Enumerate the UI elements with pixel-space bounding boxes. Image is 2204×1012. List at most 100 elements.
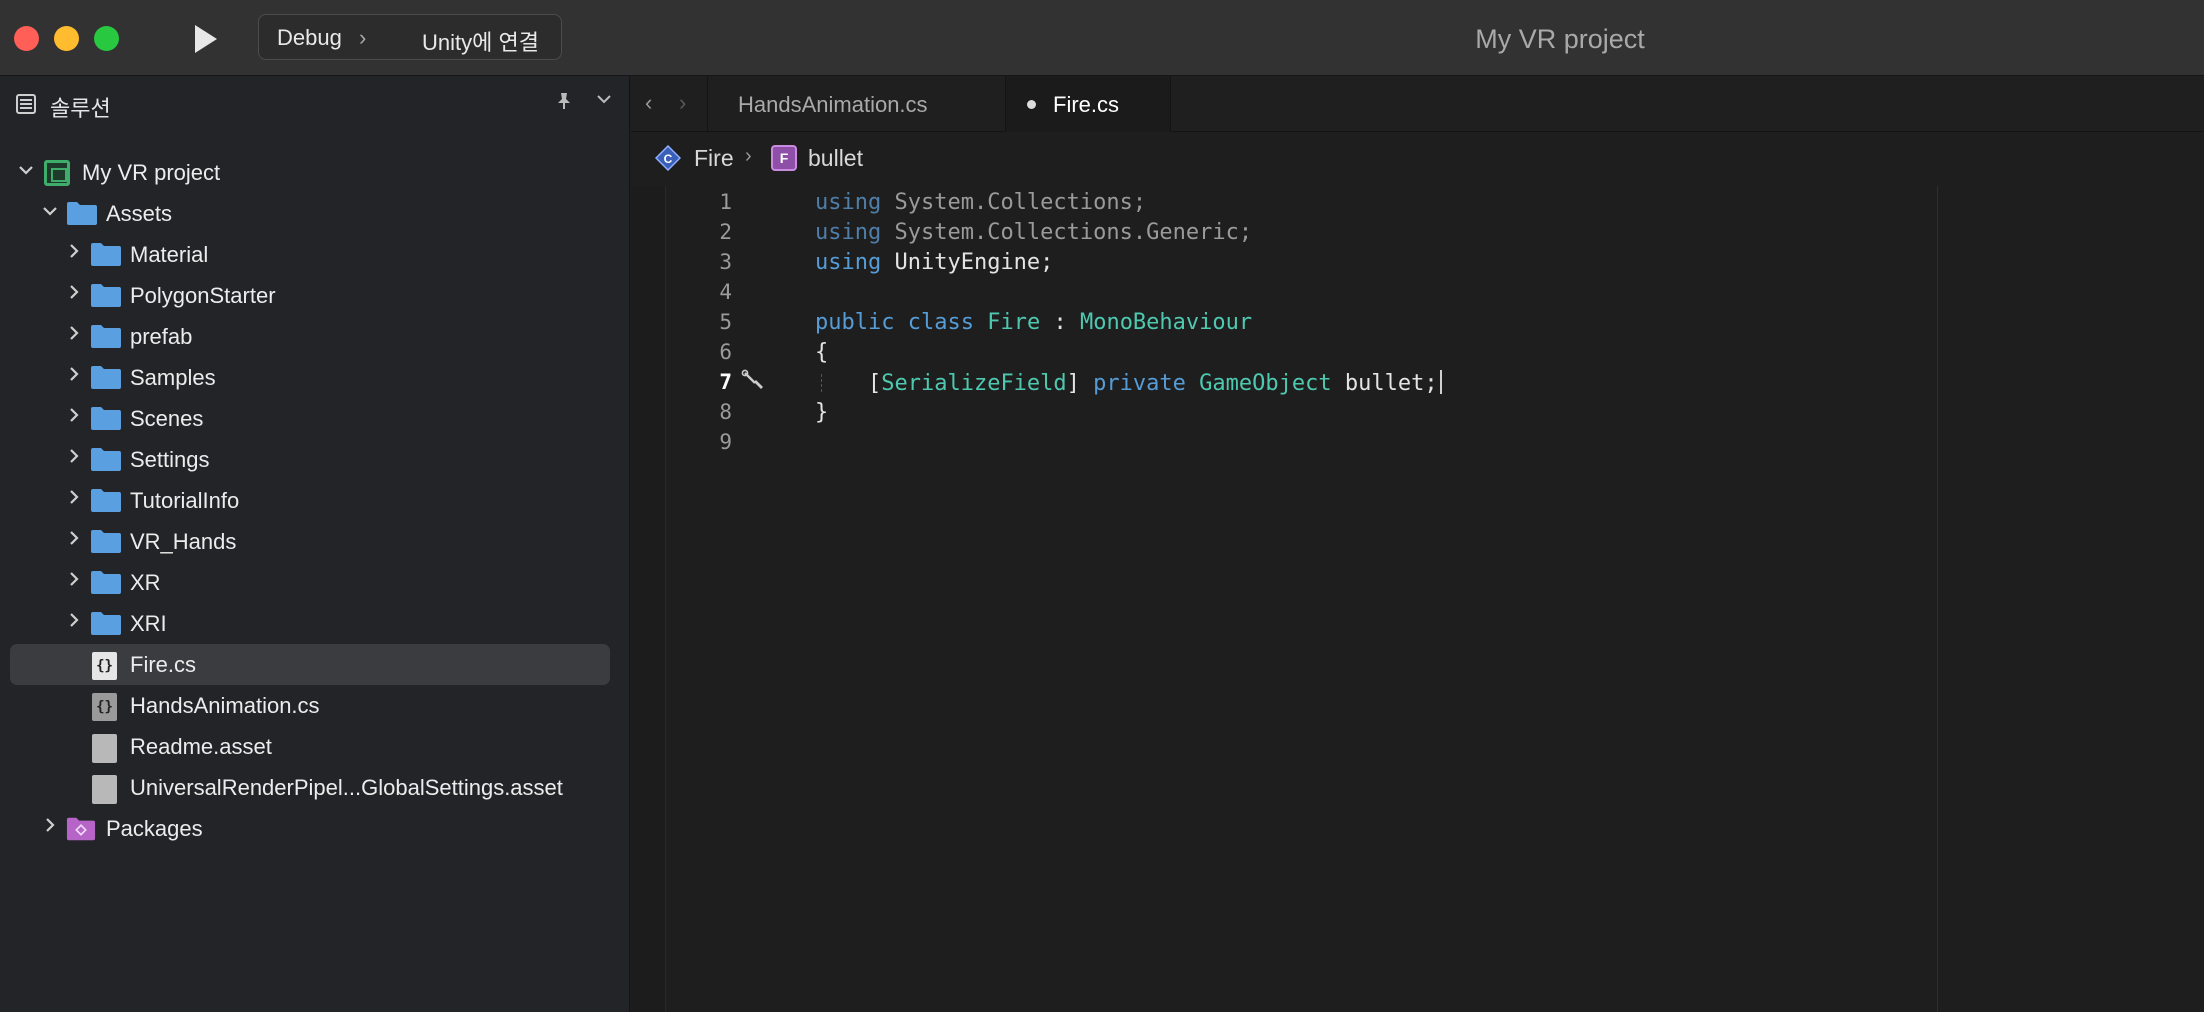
folder-icon <box>91 571 121 594</box>
folder-icon <box>91 530 121 553</box>
sidebar-title: 솔루션 <box>50 96 111 121</box>
breadcrumb-member[interactable]: bullet <box>808 145 863 172</box>
text-caret <box>1439 370 1442 394</box>
zoom-window-button[interactable] <box>94 26 119 51</box>
csharp-file-icon: {} <box>92 652 117 680</box>
file-icon <box>92 775 117 804</box>
code-line-5: public class Fire : MonoBehaviour <box>815 310 1252 335</box>
tab-fire[interactable]: Fire.cs <box>1005 76 1171 132</box>
tree-item-label: TutorialInfo <box>130 488 240 513</box>
tree-item-folder[interactable]: XR <box>10 562 610 603</box>
tree-item-label: Fire.cs <box>130 652 196 677</box>
folder-icon <box>91 407 121 430</box>
chevron-down-icon[interactable] <box>596 92 612 110</box>
tree-item-packages[interactable]: Packages <box>10 808 610 849</box>
chevron-right-icon[interactable] <box>40 816 60 840</box>
chevron-right-icon[interactable] <box>64 365 84 389</box>
tree-item-label: Readme.asset <box>130 734 272 759</box>
chevron-right-icon[interactable] <box>64 529 84 553</box>
minimize-window-button[interactable] <box>54 26 79 51</box>
tree-item-folder[interactable]: VR_Hands <box>10 521 610 562</box>
tree-item-folder[interactable]: PolygonStarter <box>10 275 610 316</box>
chevron-right-icon: › <box>359 25 367 50</box>
tree-item-label: Samples <box>130 365 216 390</box>
window-title: My VR project <box>1475 24 1645 54</box>
chevron-right-icon[interactable] <box>64 488 84 512</box>
tree-item-project[interactable]: My VR project <box>10 152 610 193</box>
breadcrumb: C Fire › F bullet <box>631 133 2204 185</box>
code-line-6: { <box>815 340 828 365</box>
close-window-button[interactable] <box>14 26 39 51</box>
tree-item-folder[interactable]: prefab <box>10 316 610 357</box>
navigate-back-button[interactable]: ‹ <box>645 90 652 116</box>
chevron-down-icon[interactable] <box>40 201 60 225</box>
run-configuration-selector[interactable]: Debug › Unity에 연결 <box>258 14 562 60</box>
chevron-right-icon[interactable] <box>64 570 84 594</box>
code-token: SerializeField <box>881 371 1067 396</box>
code-line-8: } <box>815 400 828 425</box>
tree-item-folder[interactable]: Scenes <box>10 398 610 439</box>
tree-item-label: PolygonStarter <box>130 283 276 308</box>
quick-fix-icon[interactable] <box>741 369 765 399</box>
chevron-right-icon[interactable] <box>64 283 84 307</box>
chevron-right-icon[interactable] <box>64 447 84 471</box>
column-guide <box>1937 186 1938 1012</box>
code-token: [ <box>867 371 882 396</box>
tree-item-file-handsanimation[interactable]: {} HandsAnimation.cs <box>10 685 610 726</box>
chevron-right-icon[interactable] <box>64 242 84 266</box>
tab-label: HandsAnimation.cs <box>738 92 928 117</box>
tree-item-file-urp-settings[interactable]: UniversalRenderPipel...GlobalSettings.as… <box>10 767 610 808</box>
tree-item-file-fire[interactable]: {} Fire.cs <box>10 644 610 685</box>
tree-item-folder[interactable]: XRI <box>10 603 610 644</box>
tree-item-label: HandsAnimation.cs <box>130 693 320 718</box>
tree-item-label: XRI <box>130 611 167 636</box>
run-target-label[interactable]: Unity에 연결 <box>422 25 539 57</box>
solution-panel-icon <box>16 94 36 114</box>
tree-item-folder[interactable]: Settings <box>10 439 610 480</box>
folder-icon <box>91 366 121 389</box>
tree-item-assets[interactable]: Assets <box>10 193 610 234</box>
breadcrumb-class[interactable]: Fire <box>694 145 734 172</box>
code-token: class <box>907 310 974 335</box>
code-line-3: using UnityEngine; <box>815 250 1053 275</box>
chevron-right-icon[interactable] <box>64 611 84 635</box>
tab-handsanimation[interactable]: HandsAnimation.cs <box>707 76 995 132</box>
tree-item-label: My VR project <box>82 160 221 185</box>
code-token: } <box>815 400 829 425</box>
tree-item-label: Material <box>130 242 209 267</box>
line-number: 6 <box>719 340 732 364</box>
code-line-7: [SerializeField] private GameObject bull… <box>815 370 1442 396</box>
code-line-2: using System.Collections.Generic; <box>815 220 1252 245</box>
tree-item-label: Assets <box>106 201 173 226</box>
chevron-right-icon[interactable] <box>64 406 84 430</box>
pin-icon[interactable] <box>556 92 572 115</box>
code-token: UnityEngine; <box>881 250 1054 275</box>
title-bar: Debug › Unity에 연결 My VR project <box>0 0 2204 76</box>
tree-item-label: UniversalRenderPipel...GlobalSettings.as… <box>130 775 563 800</box>
code-token: bullet; <box>1344 371 1438 396</box>
code-editor[interactable]: 123456789 using System.Collections; usin… <box>631 186 2204 1012</box>
tree-item-label: VR_Hands <box>130 529 237 554</box>
code-token: { <box>815 340 829 365</box>
line-number: 4 <box>719 280 732 304</box>
packages-folder-icon <box>66 817 96 841</box>
file-icon <box>92 734 117 763</box>
tree-item-folder[interactable]: Material <box>10 234 610 275</box>
chevron-down-icon[interactable] <box>16 160 36 184</box>
csharp-file-icon: {} <box>92 693 117 721</box>
tree-item-label: prefab <box>130 324 193 349</box>
navigate-forward-button[interactable]: › <box>679 90 686 116</box>
code-token: using <box>815 190 882 215</box>
editor-tab-bar: ‹ › HandsAnimation.cs Fire.cs <box>631 76 2204 132</box>
tree-item-file-readme[interactable]: Readme.asset <box>10 726 610 767</box>
code-token: using <box>815 250 882 275</box>
build-config-label[interactable]: Debug <box>277 25 342 51</box>
chevron-right-icon[interactable] <box>64 324 84 348</box>
tree-item-folder[interactable]: Samples <box>10 357 610 398</box>
line-number: 5 <box>719 310 732 334</box>
run-icon[interactable] <box>188 22 222 56</box>
code-token: System.Collections.Generic; <box>881 220 1253 245</box>
code-token: using <box>815 220 882 245</box>
solution-sidebar: 솔루션 My VR project Assets Material Polygon… <box>0 76 630 1012</box>
tree-item-folder[interactable]: TutorialInfo <box>10 480 610 521</box>
